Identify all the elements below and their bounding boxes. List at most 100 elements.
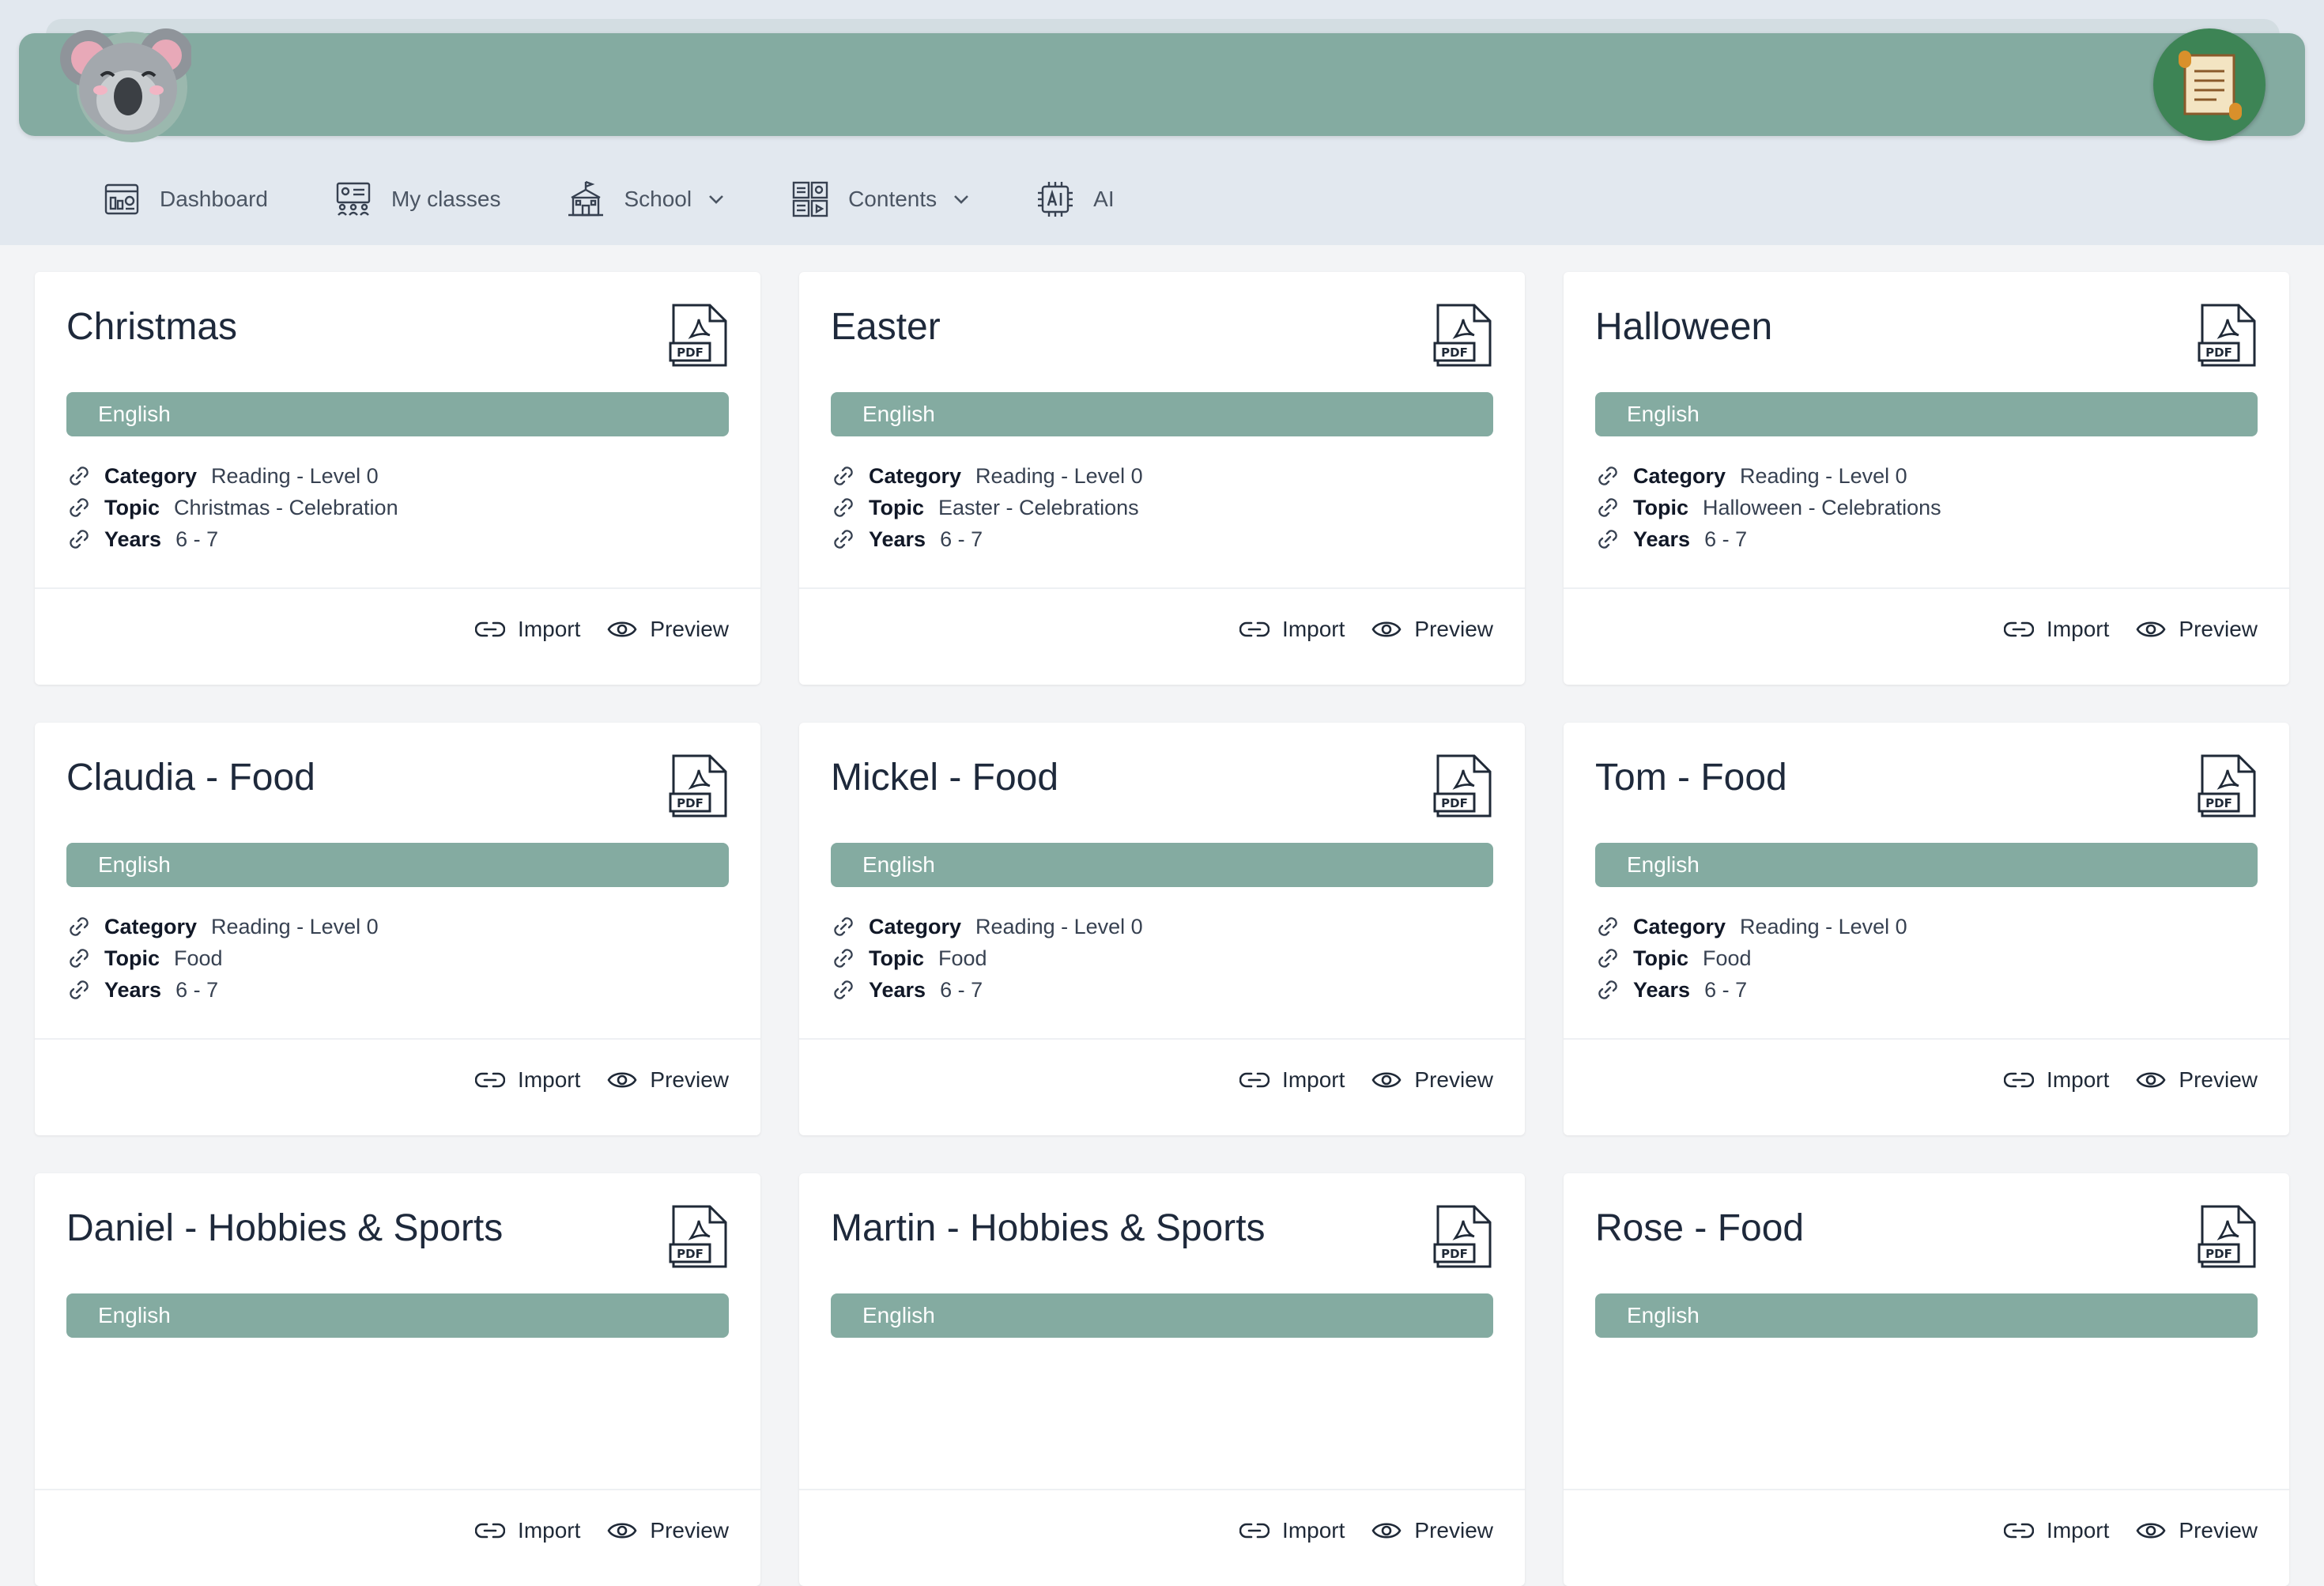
meta-years: Years 6 - 7	[831, 523, 1143, 555]
meta-years-label: Years	[1633, 977, 1691, 1002]
import-label: Import	[2047, 1518, 2110, 1543]
preview-label: Preview	[650, 1067, 729, 1092]
meta-years: Years 6 - 7	[66, 523, 398, 555]
meta-category-value: Reading - Level 0	[211, 463, 379, 488]
nav-dashboard[interactable]: Dashboard	[103, 169, 268, 229]
app-header	[19, 33, 2305, 136]
eye-icon	[2136, 1523, 2166, 1539]
card-meta: Category Reading - Level 0 Topic Hallowe…	[1595, 460, 1941, 555]
link-icon	[475, 1072, 506, 1088]
content-card: Halloween PDF English Category Reading -…	[1564, 272, 2289, 685]
pdf-icon[interactable]: PDF	[667, 302, 730, 368]
card-title[interactable]: Claudia - Food	[66, 756, 315, 799]
import-button[interactable]: Import	[1239, 1518, 1345, 1543]
preview-button[interactable]: Preview	[1371, 1067, 1493, 1093]
school-icon	[568, 180, 604, 217]
link-icon	[834, 466, 853, 485]
preview-button[interactable]: Preview	[1371, 1518, 1493, 1543]
link-icon	[2004, 1072, 2035, 1088]
pdf-icon[interactable]: PDF	[1432, 1203, 1495, 1270]
link-icon	[1239, 1072, 1270, 1088]
nav-my-classes[interactable]: My classes	[334, 169, 500, 229]
meta-years-value: 6 - 7	[175, 527, 219, 551]
content-card: Claudia - Food PDF English Category Read…	[35, 723, 760, 1135]
import-button[interactable]: Import	[475, 1067, 580, 1093]
nav-ai[interactable]: AI	[1036, 169, 1115, 229]
pdf-icon[interactable]: PDF	[2196, 302, 2259, 368]
preview-button[interactable]: Preview	[607, 1067, 729, 1093]
card-actions: Import Preview	[1977, 1518, 2258, 1543]
card-title[interactable]: Tom - Food	[1595, 756, 1787, 799]
pdf-icon[interactable]: PDF	[1432, 753, 1495, 819]
nav-dashboard-label: Dashboard	[160, 187, 268, 211]
preview-button[interactable]: Preview	[1371, 617, 1493, 642]
language-badge: English	[1595, 392, 2258, 436]
svg-text:PDF: PDF	[2205, 1247, 2232, 1261]
preview-label: Preview	[650, 617, 729, 641]
import-button[interactable]: Import	[1239, 617, 1345, 642]
pdf-icon[interactable]: PDF	[2196, 753, 2259, 819]
link-icon	[70, 980, 89, 999]
preview-button[interactable]: Preview	[2136, 617, 2258, 642]
card-title[interactable]: Daniel - Hobbies & Sports	[66, 1206, 503, 1250]
card-title[interactable]: Mickel - Food	[831, 756, 1058, 799]
preview-label: Preview	[2179, 617, 2258, 641]
meta-years: Years 6 - 7	[831, 974, 1143, 1006]
import-button[interactable]: Import	[475, 617, 580, 642]
meta-topic-value: Food	[174, 946, 223, 970]
meta-topic-label: Topic	[869, 946, 924, 970]
preview-button[interactable]: Preview	[607, 617, 729, 642]
chevron-down-icon	[709, 195, 723, 204]
card-title[interactable]: Easter	[831, 305, 941, 349]
preview-button[interactable]: Preview	[2136, 1067, 2258, 1093]
import-button[interactable]: Import	[1239, 1067, 1345, 1093]
nav-contents[interactable]: Contents	[791, 169, 970, 229]
language-badge: English	[1595, 843, 2258, 887]
meta-years-value: 6 - 7	[940, 977, 983, 1002]
meta-category: Category Reading - Level 0	[831, 911, 1143, 942]
preview-button[interactable]: Preview	[2136, 1518, 2258, 1543]
link-icon	[834, 498, 853, 517]
link-icon	[1598, 466, 1617, 485]
import-button[interactable]: Import	[2004, 1518, 2109, 1543]
meta-years-label: Years	[1633, 527, 1691, 551]
language-badge: English	[831, 1293, 1493, 1338]
import-button[interactable]: Import	[2004, 1067, 2109, 1093]
card-actions: Import Preview	[1977, 617, 2258, 642]
meta-topic: Topic Christmas - Celebration	[66, 492, 398, 523]
meta-years: Years 6 - 7	[1595, 974, 1907, 1006]
link-icon	[70, 498, 89, 517]
meta-category-value: Reading - Level 0	[1740, 914, 1907, 938]
meta-topic-label: Topic	[869, 495, 924, 519]
import-label: Import	[1282, 1518, 1345, 1543]
preview-button[interactable]: Preview	[607, 1518, 729, 1543]
card-divider	[799, 587, 1525, 589]
card-title[interactable]: Christmas	[66, 305, 237, 349]
pdf-icon[interactable]: PDF	[1432, 302, 1495, 368]
card-meta: Category Reading - Level 0 Topic Food Ye…	[1595, 911, 1907, 1006]
import-label: Import	[518, 617, 581, 641]
pdf-icon[interactable]: PDF	[2196, 1203, 2259, 1270]
import-button[interactable]: Import	[2004, 617, 2109, 642]
pdf-icon[interactable]: PDF	[667, 753, 730, 819]
language-badge: English	[831, 843, 1493, 887]
import-button[interactable]: Import	[475, 1518, 580, 1543]
card-divider	[35, 1489, 760, 1490]
koala-avatar[interactable]	[57, 17, 191, 144]
scroll-button[interactable]	[2153, 28, 2266, 141]
meta-topic: Topic Halloween - Celebrations	[1595, 492, 1941, 523]
card-divider	[1564, 1038, 2289, 1040]
meta-category: Category Reading - Level 0	[1595, 460, 1941, 492]
meta-category-value: Reading - Level 0	[211, 914, 379, 938]
card-title[interactable]: Martin - Hobbies & Sports	[831, 1206, 1266, 1250]
meta-years-value: 6 - 7	[940, 527, 983, 551]
card-title[interactable]: Halloween	[1595, 305, 1772, 349]
eye-icon	[1371, 1072, 1402, 1088]
content-card: Tom - Food PDF English Category Reading …	[1564, 723, 2289, 1135]
card-title[interactable]: Rose - Food	[1595, 1206, 1804, 1250]
card-actions: Import Preview	[1213, 1518, 1493, 1543]
nav-school[interactable]: School	[567, 169, 725, 229]
link-icon	[1239, 621, 1270, 637]
pdf-icon[interactable]: PDF	[667, 1203, 730, 1270]
meta-category: Category Reading - Level 0	[831, 460, 1143, 492]
